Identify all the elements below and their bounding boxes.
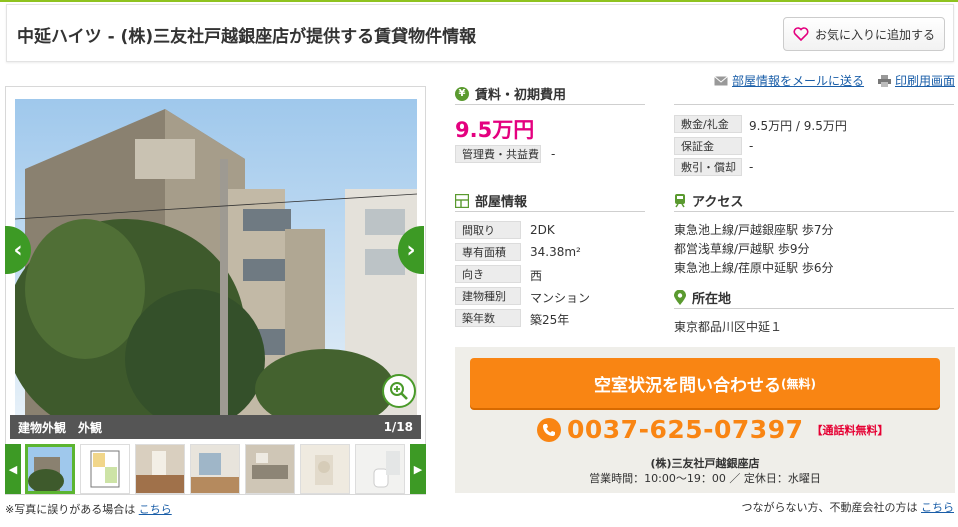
photo-error-text: ※写真に誤りがある場合は: [5, 503, 136, 516]
mail-icon: [714, 75, 728, 85]
direction-label: 向き: [455, 265, 521, 283]
shop-name: (株)三友社戸越銀座店: [650, 457, 760, 470]
location-section-label: 所在地: [692, 292, 732, 307]
location-divider: [674, 308, 954, 309]
deposit-value: 9.5万円 / 9.5万円: [749, 119, 847, 133]
map-pin-icon: [674, 290, 686, 305]
chevron-right-icon: ›: [406, 237, 416, 263]
inquiry-button-label: 空室状況を問い合わせる: [594, 375, 781, 396]
thumbnail-6[interactable]: [300, 444, 350, 494]
thumbnail-1[interactable]: [25, 444, 75, 494]
photo-error-link[interactable]: こちら: [139, 503, 172, 516]
page-header: 中延ハイツ - (株)三友社戸越銀座店が提供する賃貸物件情報 お気に入りに追加す…: [6, 4, 954, 62]
photo-error-note: ※写真に誤りがある場合は こちら: [5, 501, 172, 517]
photo-caption: 建物外観 外観: [18, 420, 103, 435]
access-line-3: 東急池上線/荏原中延駅 歩6分: [674, 261, 834, 275]
thumbnail-3[interactable]: [135, 444, 185, 494]
address-value: 東京都品川区中延１: [674, 320, 783, 334]
room-section-title: 部屋情報: [455, 191, 527, 210]
access-divider: [674, 211, 954, 212]
yen-icon: ¥: [455, 86, 469, 101]
page-title: 中延ハイツ - (株)三友社戸越銀座店が提供する賃貸物件情報: [17, 27, 477, 47]
location-section-title: 所在地: [674, 288, 731, 307]
heart-icon: [793, 27, 809, 41]
building-age-value: 築25年: [530, 313, 570, 327]
deposit-label: 敷金/礼金: [674, 115, 742, 133]
mail-link[interactable]: 部屋情報をメールに送る: [714, 72, 864, 89]
caret-right-icon: ▶: [413, 462, 423, 476]
room-divider: [455, 211, 645, 212]
rent-divider: [455, 104, 645, 105]
direction-value: 西: [530, 269, 543, 283]
thumb-next-button[interactable]: ▶: [410, 444, 426, 494]
management-fee-label: 管理費・共益費: [455, 145, 541, 163]
thumbnail-strip: ◀ ▶: [5, 444, 426, 494]
toll-free-badge: 【通話料無料】: [811, 423, 889, 437]
print-link-label: 印刷用画面: [895, 74, 956, 88]
access-line-2: 都営浅草線/戸越駅 歩9分: [674, 242, 810, 256]
management-fee-value: -: [551, 147, 556, 161]
inquiry-button[interactable]: 空室状況を問い合わせる (無料): [470, 358, 940, 408]
layout-value: 2DK: [530, 223, 555, 237]
thumbnail-4[interactable]: [190, 444, 240, 494]
add-favorite-label: お気に入りに追加する: [814, 27, 935, 42]
phone-number-row[interactable]: 0037-625-07397 【通話料無料】: [537, 415, 889, 444]
floorplan-icon: [455, 193, 469, 208]
access-section-label: アクセス: [692, 195, 744, 210]
building-type-value: マンション: [530, 291, 591, 305]
area-value: 34.38m²: [530, 245, 581, 259]
chevron-left-icon: ‹: [13, 237, 23, 263]
shikibiki-value: -: [749, 160, 754, 174]
deposit-divider: [674, 104, 954, 105]
access-line-1: 東急池上線/戸越銀座駅 歩7分: [674, 223, 834, 237]
guarantee-label: 保証金: [674, 137, 742, 155]
building-age-label: 築年数: [455, 309, 521, 327]
photo-gallery: 建物外観 外観 1/18: [5, 86, 426, 495]
thumbnail-2[interactable]: [80, 444, 130, 494]
printer-icon: [878, 74, 891, 87]
add-favorite-button[interactable]: お気に入りに追加する: [783, 17, 945, 51]
rent-section-title: ¥ 賃料・初期費用: [455, 84, 566, 103]
thumbnail-7[interactable]: [355, 444, 405, 494]
room-section-label: 部屋情報: [475, 195, 528, 210]
guarantee-value: -: [749, 139, 754, 153]
top-accent-line: [0, 0, 958, 2]
rent-price: 9.5万円: [455, 118, 535, 142]
caret-left-icon: ◀: [8, 462, 18, 476]
phone-icon: [537, 417, 561, 442]
rent-section-label: 賃料・初期費用: [475, 88, 567, 103]
phone-number: 0037-625-07397: [567, 415, 804, 444]
layout-label: 間取り: [455, 221, 521, 239]
thumbnail-5[interactable]: [245, 444, 295, 494]
access-section-title: アクセス: [674, 191, 743, 210]
contact-help-text: つながらない方、不動産会社の方は: [741, 501, 918, 514]
zoom-icon[interactable]: [382, 374, 416, 408]
shikibiki-label: 敷引・償却: [674, 158, 742, 176]
contact-help-note: つながらない方、不動産会社の方は こちら: [742, 499, 955, 515]
building-type-label: 建物種別: [455, 287, 521, 305]
thumb-prev-button[interactable]: ◀: [5, 444, 21, 494]
photo-counter: 1/18: [383, 420, 413, 434]
print-link[interactable]: 印刷用画面: [878, 72, 955, 89]
contact-help-link[interactable]: こちら: [921, 501, 954, 514]
main-photo[interactable]: [15, 99, 417, 417]
mail-link-label: 部屋情報をメールに送る: [732, 74, 865, 88]
inquiry-button-sub: (無料): [781, 376, 816, 391]
area-label: 専有面積: [455, 243, 521, 261]
photo-caption-bar: 建物外観 外観 1/18: [10, 415, 421, 439]
shop-hours: 営業時間：10:00～19：00 ／ 定休日：水曜日: [589, 472, 821, 485]
contact-panel: 空室状況を問い合わせる (無料) 0037-625-07397 【通話料無料】 …: [455, 347, 955, 493]
train-icon: [675, 193, 685, 207]
